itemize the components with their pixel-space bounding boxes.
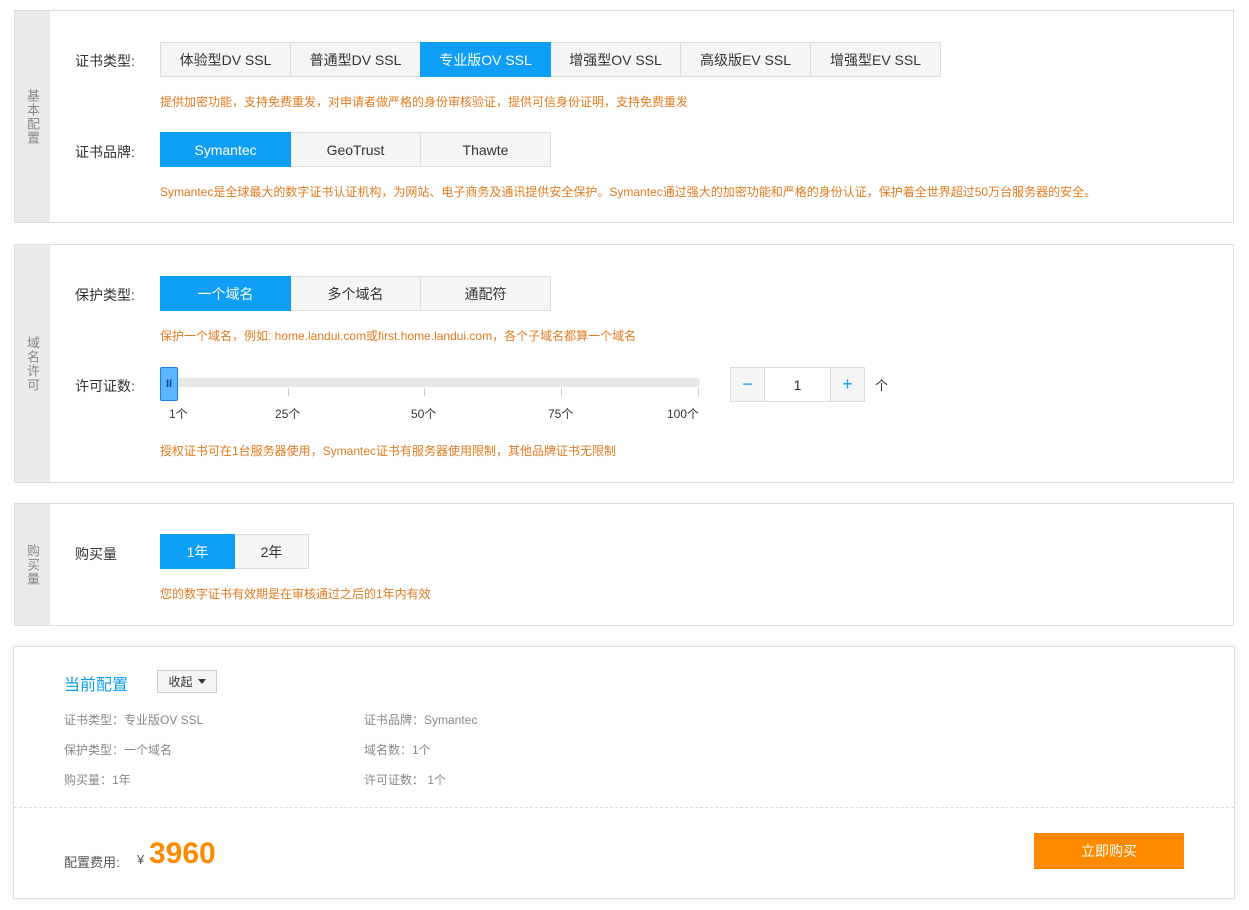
slider-tick-label: 1个 [169,407,188,421]
price-value: 3960 [149,837,216,870]
protect-type-option[interactable]: 多个域名 [290,276,421,311]
purchase-label: 购买量 [75,546,117,562]
cert-type-option[interactable]: 高级版EV SSL [680,42,811,77]
slider-tick [561,388,562,396]
cert-type-option[interactable]: 体验型DV SSL [160,42,291,77]
purchase-side-label: 购买量 [15,504,50,625]
period-option[interactable]: 2年 [234,534,309,569]
license-hint: 授权证书可在1台服务器使用，Symantec证书有服务器使用限制，其他品牌证书无… [160,444,617,458]
brand-group: Symantec GeoTrust Thawte [160,132,551,167]
brand-option[interactable]: GeoTrust [290,132,421,167]
summary-protect: 保护类型：一个域名 [64,743,173,757]
cert-type-option[interactable]: 增强型EV SSL [810,42,941,77]
cert-type-option-selected[interactable]: 专业版OV SSL [420,42,551,77]
collapse-label: 收起 [168,675,193,689]
period-option-selected[interactable]: 1年 [160,534,235,569]
brand-option[interactable]: Thawte [420,132,551,167]
cert-type-group: 体验型DV SSL 普通型DV SSL 专业版OV SSL 增强型OV SSL … [160,42,941,77]
license-count-input[interactable] [765,367,830,402]
price-label: 配置费用: [64,855,120,870]
decrement-button[interactable]: − [730,367,765,402]
protect-type-hint: 保护一个域名，例如: home.landui.com或first.home.la… [160,329,637,343]
collapse-button[interactable]: 收起 [157,670,217,693]
summary-domains: 域名数：1个 [364,743,431,757]
slider-tick-label: 75个 [548,407,574,421]
summary-brand: 证书品牌：Symantec [364,713,478,727]
license-count-label: 许可证数: [75,378,135,394]
slider-tick-label: 50个 [411,407,437,421]
current-config-title: 当前配置 [64,677,129,694]
basic-config-side-label: 基本配置 [15,11,50,222]
domain-license-section: 域名许可 保护类型: 一个域名 多个域名 通配符 保护一个域名，例如: home… [14,244,1234,483]
protect-type-label: 保护类型: [75,287,135,303]
summary-cert-type: 证书类型：专业版OV SSL [64,713,204,727]
brand-hint: Symantec是全球最大的数字证书认证机构，为网站、电子商务及通讯提供安全保护… [160,185,1097,199]
cert-type-option[interactable]: 增强型OV SSL [550,42,681,77]
brand-label: 证书品牌: [75,144,135,160]
basic-config-section: 基本配置 证书类型: 体验型DV SSL 普通型DV SSL 专业版OV SSL… [14,10,1234,223]
current-config-panel: 当前配置 收起 证书类型：专业版OV SSL 证书品牌：Symantec 保护类… [13,646,1235,899]
cert-type-option[interactable]: 普通型DV SSL [290,42,421,77]
slider-tick-label: 100个 [667,407,700,421]
increment-button[interactable]: + [830,367,865,402]
slider-tick [424,388,425,396]
caret-down-icon [197,679,206,684]
slider-tick [288,388,289,396]
protect-type-option-selected[interactable]: 一个域名 [160,276,291,311]
protect-type-group: 一个域名 多个域名 通配符 [160,276,551,311]
domain-license-side-label: 域名许可 [15,245,50,482]
cert-type-label: 证书类型: [75,53,135,69]
summary-purchase: 购买量：1年 [64,773,131,787]
purchase-hint: 您的数字证书有效期是在审核通过之后的1年内有效 [160,587,431,601]
purchase-period-group: 1年 2年 [160,534,309,569]
license-unit: 个 [875,378,889,393]
slider-tick [698,388,699,396]
slider-tick-label: 25个 [275,407,301,421]
license-stepper: − + [730,367,865,402]
license-slider-handle[interactable]: II [160,367,178,401]
summary-licenses: 许可证数： 1个 [364,773,447,787]
buy-now-button[interactable]: 立即购买 [1034,833,1184,869]
purchase-section: 购买量 购买量 1年 2年 您的数字证书有效期是在审核通过之后的1年内有效 [14,503,1234,626]
cert-type-hint: 提供加密功能，支持免费重发，对申请者做严格的身份审核验证，提供可信身份证明，支持… [160,95,689,109]
license-slider-track[interactable] [160,378,700,387]
protect-type-option[interactable]: 通配符 [420,276,551,311]
divider [14,807,1234,808]
brand-option-selected[interactable]: Symantec [160,132,291,167]
currency-symbol: ¥ [137,852,145,867]
